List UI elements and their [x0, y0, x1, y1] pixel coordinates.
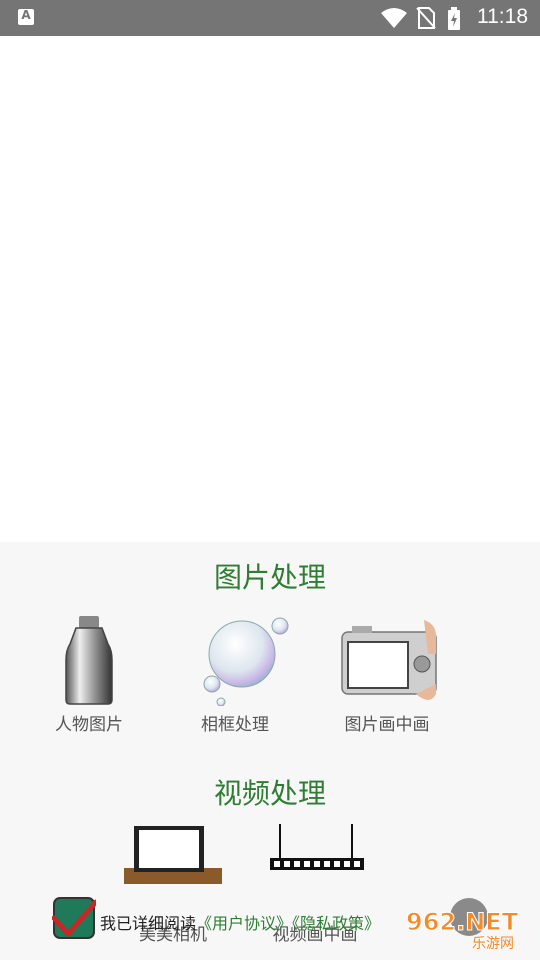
section-title-image: 图片处理 — [213, 561, 326, 594]
bubble-image — [160, 614, 310, 707]
bottle-image — [14, 614, 164, 706]
agreement-text: 我已详细阅读《用户协议》《隐私政策》 — [100, 910, 380, 934]
privacy-policy-link[interactable]: 《隐私政策》 — [292, 914, 380, 933]
wifi-icon — [381, 8, 407, 28]
status-bar: A 11:18 — [0, 0, 540, 36]
watermark-logo: 962.NET 乐游网 — [402, 904, 538, 953]
tile-photo-frame[interactable]: 相框处理 — [160, 614, 310, 735]
section-title-video: 视频处理 — [213, 777, 326, 810]
tile-picture-in-picture[interactable]: 图片画中画 — [312, 614, 462, 735]
tile-label: 图片画中画 — [344, 715, 430, 735]
agreement-checkbox[interactable] — [51, 896, 99, 940]
agreement-prefix: 我已详细阅读 — [100, 914, 197, 933]
clock: 11:18 — [477, 5, 528, 28]
user-agreement-link[interactable]: 《用户协议》 — [196, 914, 292, 933]
svg-text:乐游网: 乐游网 — [472, 936, 514, 952]
camera-image — [312, 614, 462, 706]
a-icon: A — [18, 8, 34, 25]
content-blank-area — [0, 36, 540, 542]
checkmark-icon — [51, 897, 99, 939]
battery-charging-icon — [448, 7, 460, 30]
svg-text:962.NET: 962.NET — [406, 908, 519, 936]
agreement-bar: 我已详细阅读《用户协议》《隐私政策》 962.NET 乐游网 — [0, 890, 540, 960]
no-sim-icon — [416, 7, 436, 29]
tile-label: 相框处理 — [201, 715, 269, 735]
tile-portrait-image[interactable]: 人物图片 — [14, 614, 164, 735]
tile-label: 人物图片 — [55, 715, 123, 735]
